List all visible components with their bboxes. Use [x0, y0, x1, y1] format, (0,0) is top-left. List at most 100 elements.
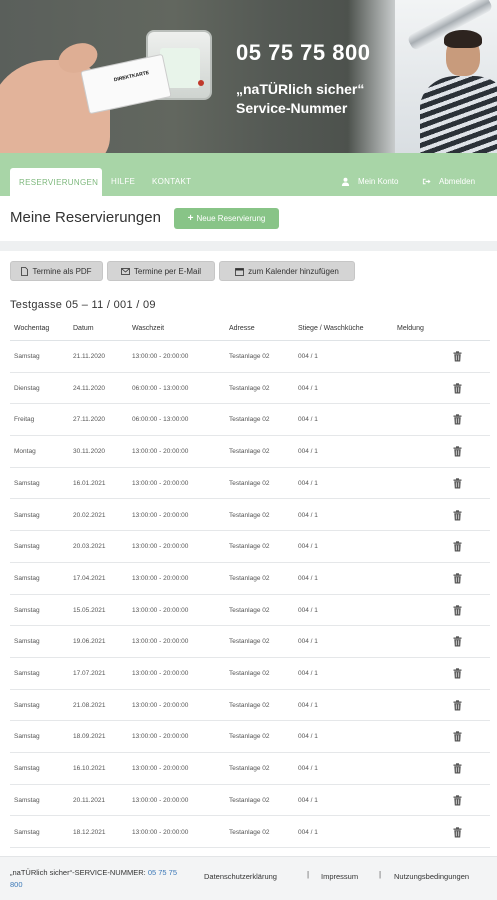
table-row: Freitag 27.11.2020 06:00:00 - 13:00:00 Test… [10, 404, 490, 437]
cell-date: 21.08.2021 [73, 701, 106, 709]
table-row: Samstag 17.07.2021 13:00:00 - 20:00:00 Test… [10, 658, 490, 690]
cell-address: Testanlage 02 [229, 670, 270, 677]
cell-day: Samstag [14, 670, 40, 677]
cell-address: Testanlage 02 [229, 606, 270, 614]
cell-address: Testanlage 02 [229, 511, 270, 519]
cell-date: 19.06.2021 [73, 638, 106, 646]
table-row: Samstag 21.08.2021 13:00:00 - 20:00:00 Test… [10, 690, 490, 722]
cell-stair: 004 / 1 [298, 448, 318, 456]
cell-date: 18.12.2021 [73, 828, 106, 836]
cell-time: 13:00:00 - 20:00:00 [132, 574, 189, 582]
cell-time: 13:00:00 - 20:00:00 [132, 765, 189, 773]
cell-address: Testanlage 02 [229, 796, 270, 804]
cell-address: Testanlage 02 [229, 828, 270, 836]
trash-icon[interactable] [453, 541, 462, 552]
hero-text: 05 75 75 800 „naTÜRlich sicher“ Service-… [236, 40, 370, 118]
envelope-icon [121, 267, 130, 275]
trash-icon[interactable] [453, 351, 462, 362]
hero-person-shirt [420, 76, 497, 153]
col-meldung: Meldung [397, 325, 424, 332]
hero-phone: 05 75 75 800 [236, 40, 371, 65]
trash-icon[interactable] [453, 573, 462, 584]
cell-time: 13:00:00 - 20:00:00 [132, 606, 189, 614]
cell-date: 17.04.2021 [73, 574, 106, 582]
cell-address: Testanlage 02 [229, 543, 270, 551]
cell-date: 20.02.2021 [73, 511, 106, 519]
plus-icon: + [187, 213, 194, 224]
cell-day: Samstag [14, 796, 40, 804]
cell-date: 16.10.2021 [73, 765, 106, 773]
new-reservation-button[interactable]: + Neue Reservierung [174, 208, 279, 229]
col-stiege: Stiege / Waschküche [298, 325, 364, 332]
trash-icon[interactable] [453, 636, 462, 647]
cell-stair: 004 / 1 [298, 670, 318, 677]
footer-separator: | [379, 870, 382, 879]
trash-icon[interactable] [453, 668, 462, 679]
cell-day: Samstag [14, 701, 40, 709]
trash-icon[interactable] [453, 446, 462, 457]
cell-time: 13:00:00 - 20:00:00 [132, 543, 189, 551]
cell-day: Samstag [14, 638, 40, 646]
trash-icon[interactable] [453, 699, 462, 711]
cell-time: 06:00:00 - 13:00:00 [132, 384, 189, 392]
trash-icon[interactable] [453, 826, 462, 838]
cell-day: Samstag [14, 479, 40, 487]
cell-day: Dienstag [14, 384, 40, 392]
tab-reservierungen-label: RESERVIERUNGEN [19, 178, 99, 187]
cell-date: 30.11.2020 [73, 448, 106, 456]
trash-icon[interactable] [453, 795, 462, 806]
trash-icon[interactable] [453, 604, 462, 616]
logout-label: Abmelden [439, 177, 476, 186]
calendar-button[interactable]: zum Kalender hinzufügen [219, 261, 355, 281]
tab-reservierungen[interactable]: RESERVIERUNGEN [10, 168, 102, 196]
cell-address: Testanlage 02 [229, 416, 270, 424]
trash-icon[interactable] [453, 731, 462, 742]
col-adresse: Adresse [229, 325, 255, 332]
sign-out-icon [422, 178, 431, 185]
tab-hilfe[interactable]: HILFE [111, 177, 135, 186]
hero-banner: DIREKTKARTE 05 75 75 800 „naTÜRlich sich… [0, 0, 497, 153]
trash-icon[interactable] [453, 414, 462, 425]
table-row: Samstag 19.06.2021 13:00:00 - 20:00:00 Test… [10, 626, 490, 658]
email-button[interactable]: Termine per E-Mail [107, 261, 215, 281]
trash-icon[interactable] [453, 763, 462, 774]
cell-address: Testanlage 02 [229, 353, 270, 360]
cell-stair: 004 / 1 [298, 606, 318, 614]
cell-time: 13:00:00 - 20:00:00 [132, 670, 189, 677]
pdf-button[interactable]: Termine als PDF [10, 261, 103, 281]
cell-address: Testanlage 02 [229, 765, 270, 773]
trash-icon[interactable] [453, 478, 462, 489]
cell-stair: 004 / 1 [298, 543, 318, 551]
trash-icon[interactable] [453, 382, 462, 394]
cell-date: 20.03.2021 [73, 543, 106, 551]
cell-address: Testanlage 02 [229, 574, 270, 582]
logout-link[interactable]: Abmelden [422, 177, 475, 186]
section-divider [0, 241, 497, 251]
cell-date: 20.11.2021 [73, 796, 106, 804]
table-row: Samstag 17.04.2021 13:00:00 - 20:00:00 Test… [10, 563, 490, 595]
cell-address: Testanlage 02 [229, 384, 270, 392]
cell-time: 13:00:00 - 20:00:00 [132, 353, 189, 360]
footer-terms-link[interactable]: Nutzungsbedingungen [394, 872, 469, 881]
cell-address: Testanlage 02 [229, 733, 270, 741]
col-wochentag: Wochentag [14, 325, 50, 332]
file-pdf-icon [21, 266, 29, 276]
footer-separator: | [307, 870, 310, 879]
trash-icon[interactable] [453, 509, 462, 521]
cell-stair: 004 / 1 [298, 574, 318, 582]
footer-imprint-link[interactable]: Impressum [321, 872, 358, 881]
cell-date: 21.11.2020 [73, 353, 106, 360]
cell-time: 13:00:00 - 20:00:00 [132, 828, 189, 836]
table-row: Samstag 15.05.2021 13:00:00 - 20:00:00 Test… [10, 595, 490, 627]
table-row: Samstag 16.01.2021 13:00:00 - 20:00:00 Test… [10, 468, 490, 500]
cell-time: 13:00:00 - 20:00:00 [132, 638, 189, 646]
address-heading: Testgasse 05 – 11 / 001 / 09 [10, 299, 156, 311]
footer-service: „naTÜRlich sicher“-SERVICE-NUMMER: 05 75… [10, 867, 190, 891]
footer-privacy-link[interactable]: Datenschutzerklärung [204, 872, 277, 881]
tab-kontakt[interactable]: KONTAKT [152, 177, 191, 186]
account-link[interactable]: Mein Konto [341, 177, 398, 186]
cell-date: 27.11.2020 [73, 416, 106, 424]
table-row: Samstag 20.03.2021 13:00:00 - 20:00:00 Test… [10, 531, 490, 563]
cell-stair: 004 / 1 [298, 733, 318, 741]
hero-tagline: „naTÜRlich sicher“ Service-Nummer [236, 80, 370, 118]
